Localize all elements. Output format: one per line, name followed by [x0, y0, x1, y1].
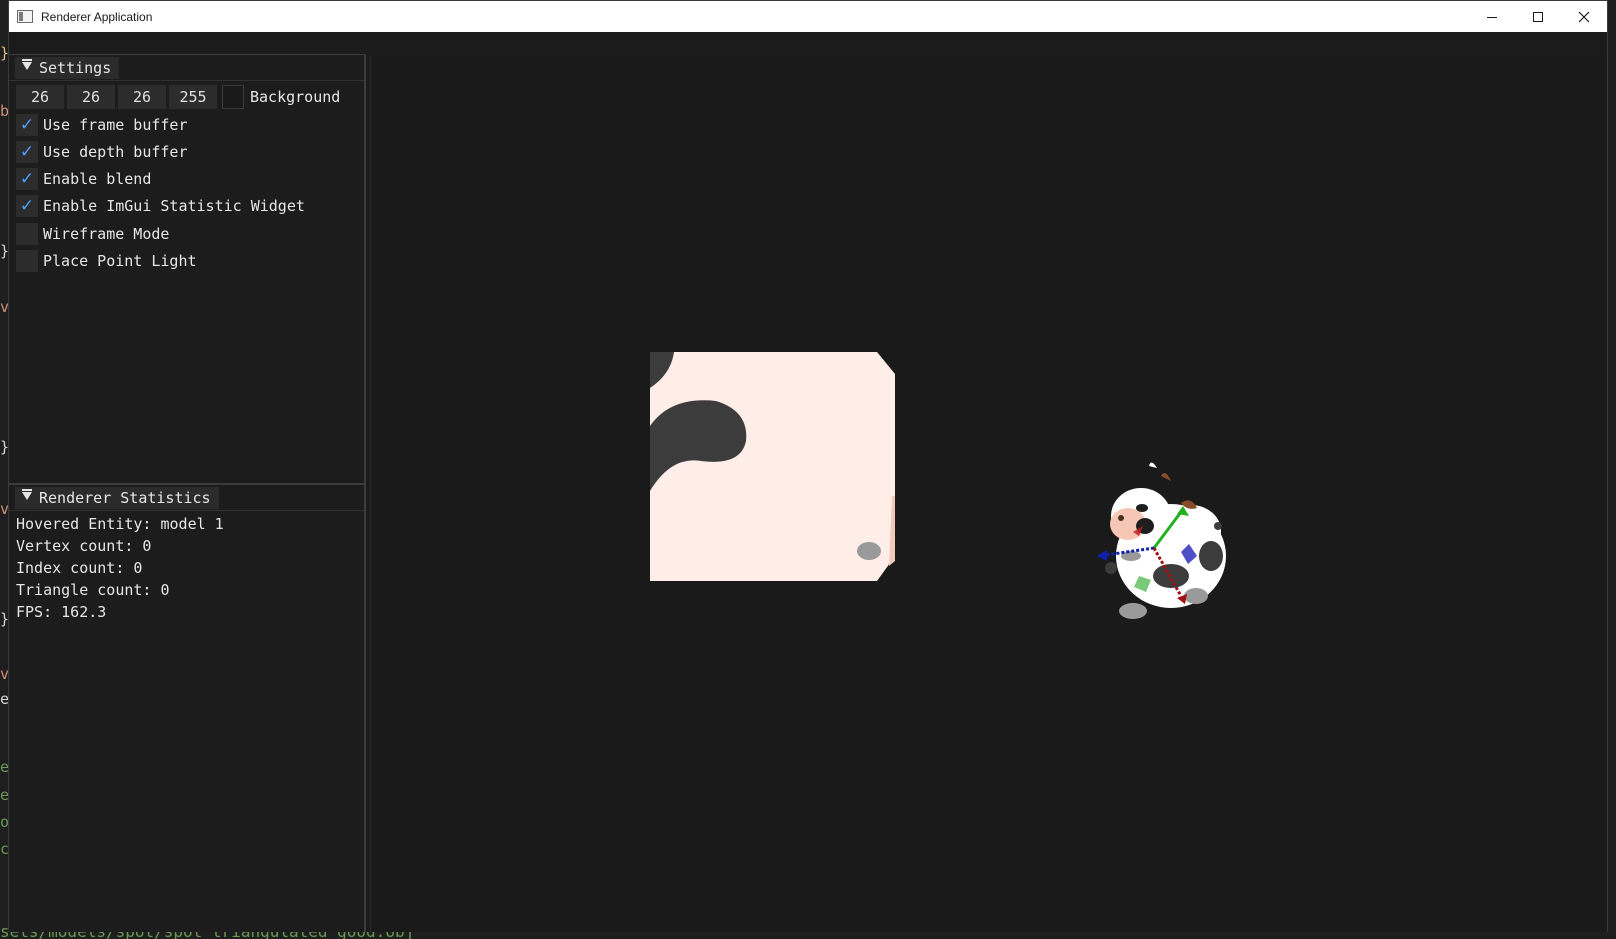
- app-icon: [17, 10, 33, 23]
- checkbox-box[interactable]: [16, 223, 38, 245]
- stat-triangle-count: Triangle count: 0: [16, 581, 170, 599]
- stat-hovered-entity: Hovered Entity: model 1: [16, 515, 224, 533]
- checkbox-wireframe-mode[interactable]: Wireframe Mode: [16, 222, 169, 246]
- background-g-input[interactable]: 26: [67, 85, 115, 109]
- checkbox-use-frame-buffer[interactable]: ✓ Use frame buffer: [16, 113, 188, 137]
- render-viewport[interactable]: [370, 56, 1607, 932]
- checkbox-box[interactable]: ✓: [16, 114, 38, 136]
- collapse-arrow-icon[interactable]: [22, 59, 32, 70]
- background-r-input[interactable]: 26: [16, 85, 64, 109]
- background-a-input[interactable]: 255: [169, 85, 217, 109]
- window-title: Renderer Application: [41, 9, 153, 24]
- close-button[interactable]: [1561, 1, 1607, 32]
- checkbox-box[interactable]: [16, 250, 38, 272]
- checkmark-icon: ✓: [19, 114, 35, 135]
- checkbox-label[interactable]: Place Point Light: [43, 252, 197, 270]
- minimize-icon: [1487, 16, 1497, 18]
- stat-fps: FPS: 162.3: [16, 603, 107, 621]
- checkbox-enable-statistic-widget[interactable]: ✓ Enable ImGui Statistic Widget: [16, 194, 305, 218]
- close-icon: [1578, 11, 1590, 22]
- checkbox-box[interactable]: ✓: [16, 141, 38, 163]
- background-label: Background: [250, 88, 341, 106]
- settings-header[interactable]: Settings: [9, 55, 364, 81]
- maximize-button[interactable]: [1515, 1, 1561, 32]
- checkbox-label[interactable]: Use frame buffer: [43, 116, 188, 134]
- settings-title: Settings: [39, 59, 112, 77]
- collapse-arrow-icon[interactable]: [22, 489, 32, 500]
- scene-canvas: [650, 352, 1226, 619]
- statistics-title: Renderer Statistics: [39, 489, 211, 507]
- background-color-swatch[interactable]: [222, 85, 244, 109]
- stat-index-count: Index count: 0: [16, 559, 143, 577]
- renderer-window: Renderer Application Settings 26 26 26 2…: [8, 0, 1608, 932]
- cube-model[interactable]: [650, 352, 895, 581]
- checkbox-label[interactable]: Enable ImGui Statistic Widget: [43, 197, 305, 215]
- statistics-tab[interactable]: Renderer Statistics: [15, 487, 219, 509]
- checkbox-label[interactable]: Use depth buffer: [43, 143, 188, 161]
- checkbox-use-depth-buffer[interactable]: ✓ Use depth buffer: [16, 140, 188, 164]
- cow-model[interactable]: [1105, 462, 1226, 619]
- gizmo-z-arrow[interactable]: [1097, 550, 1107, 561]
- checkmark-icon: ✓: [19, 168, 35, 189]
- window-controls: [1469, 1, 1607, 32]
- stat-vertex-count: Vertex count: 0: [16, 537, 152, 555]
- checkmark-icon: ✓: [19, 141, 35, 162]
- background-b-input[interactable]: 26: [118, 85, 166, 109]
- settings-tab[interactable]: Settings: [15, 57, 120, 79]
- minimize-button[interactable]: [1469, 1, 1515, 32]
- settings-panel: Settings 26 26 26 255 Background ✓ Use f…: [9, 54, 366, 483]
- checkmark-icon: ✓: [19, 195, 35, 216]
- checkbox-label[interactable]: Enable blend: [43, 170, 151, 188]
- checkbox-box[interactable]: ✓: [16, 168, 38, 190]
- checkbox-enable-blend[interactable]: ✓ Enable blend: [16, 167, 151, 191]
- background-color-row: 26 26 26 255 Background: [16, 85, 340, 109]
- statistics-panel: Renderer Statistics Hovered Entity: mode…: [9, 483, 366, 932]
- checkbox-box[interactable]: ✓: [16, 195, 38, 217]
- client-area: Settings 26 26 26 255 Background ✓ Use f…: [9, 32, 1607, 932]
- title-bar[interactable]: Renderer Application: [9, 1, 1607, 32]
- checkbox-place-point-light[interactable]: Place Point Light: [16, 249, 197, 273]
- checkbox-label[interactable]: Wireframe Mode: [43, 225, 169, 243]
- statistics-header[interactable]: Renderer Statistics: [9, 485, 364, 511]
- maximize-icon: [1533, 11, 1543, 22]
